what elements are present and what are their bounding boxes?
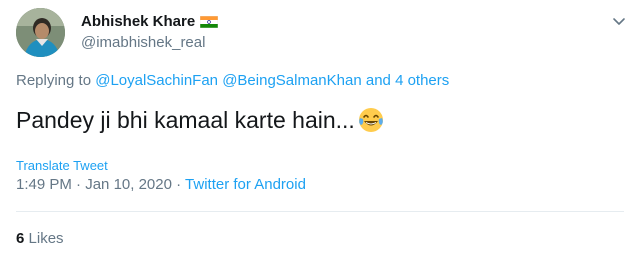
face-with-tears-of-joy-icon	[357, 106, 385, 134]
translate-tweet-link[interactable]: Translate Tweet	[16, 158, 108, 173]
mention-link[interactable]: @BeingSalmanKhan	[222, 72, 361, 89]
user-handle[interactable]: @imabhishek_real	[81, 34, 205, 51]
replying-to: Replying to @LoyalSachinFan @BeingSalman…	[16, 72, 449, 89]
tweet-card: Abhishek Khare @imabhishek_real Replying…	[0, 0, 640, 264]
mention-link[interactable]: @LoyalSachinFan	[95, 72, 218, 89]
india-flag-icon	[199, 15, 219, 29]
tweet-time[interactable]: 1:49 PM	[16, 176, 72, 193]
likes-count: 6	[16, 230, 25, 247]
tweet-meta: 1:49 PM · Jan 10, 2020 · Twitter for And…	[16, 176, 306, 193]
display-name-row: Abhishek Khare	[81, 11, 219, 31]
others-link[interactable]: 4 others	[395, 72, 449, 89]
divider	[16, 211, 624, 212]
meta-separator: ·	[176, 176, 182, 193]
meta-separator: ·	[76, 176, 82, 193]
likes-stat[interactable]: 6 Likes	[16, 230, 64, 247]
mention-connector: and	[365, 72, 391, 89]
avatar[interactable]	[16, 8, 65, 57]
avatar-photo-icon	[16, 8, 65, 57]
likes-label: Likes	[28, 230, 64, 247]
tweet-date[interactable]: Jan 10, 2020	[85, 176, 172, 193]
tweet-text-content: Pandey ji bhi kamaal karte hain...	[16, 106, 355, 133]
replying-prefix: Replying to	[16, 72, 92, 89]
chevron-down-icon[interactable]	[610, 12, 628, 30]
tweet-text: Pandey ji bhi kamaal karte hain...	[16, 106, 385, 134]
tweet-source-link[interactable]: Twitter for Android	[185, 176, 306, 193]
display-name[interactable]: Abhishek Khare	[81, 13, 195, 30]
